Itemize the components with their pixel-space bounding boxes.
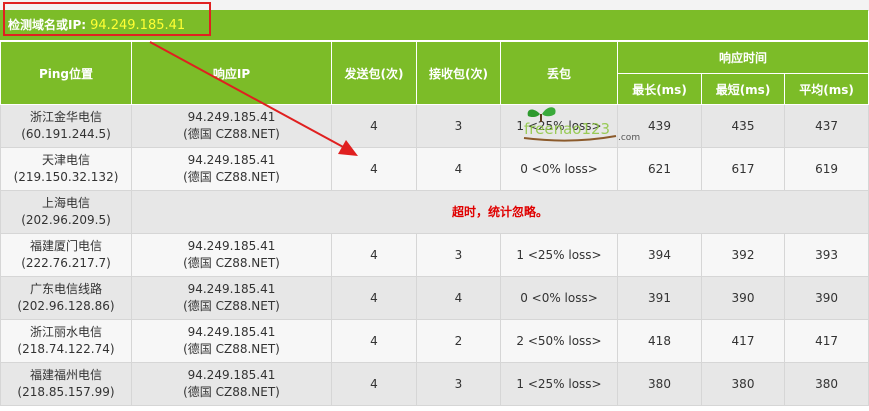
- ping-table: Ping位置 响应IP 发送包(次) 接收包(次) 丢包 响应时间 最长(ms)…: [0, 41, 869, 406]
- cell-loss: 1 <25% loss>: [500, 233, 618, 277]
- header-response-time: 响应时间: [616, 41, 869, 74]
- cell-location: 福建福州电信 (218.85.157.99): [0, 362, 132, 406]
- cell-min: 392: [701, 233, 785, 277]
- cell-loss: 0 <0% loss>: [500, 276, 618, 320]
- table-row: 天津电信 (219.150.32.132) 94.249.185.41 (德国 CZ…: [0, 147, 869, 191]
- cell-response-ip: 94.249.185.41 (德国 CZ88.NET): [131, 147, 332, 191]
- cell-location: 广东电信线路 (202.96.128.86): [0, 276, 132, 320]
- cell-min: 417: [701, 319, 785, 363]
- cell-response-ip: 94.249.185.41 (德国 CZ88.NET): [131, 362, 332, 406]
- cell-min: 380: [701, 362, 785, 406]
- header-ping-location: Ping位置: [0, 41, 132, 105]
- cell-response-ip: 94.249.185.41 (德国 CZ88.NET): [131, 233, 332, 277]
- header-avg: 平均(ms): [783, 73, 869, 105]
- cell-received: 3: [416, 233, 501, 277]
- cell-sent: 4: [331, 104, 417, 148]
- cell-max: 621: [617, 147, 702, 191]
- cell-sent: 4: [331, 147, 417, 191]
- cell-received: 4: [416, 147, 501, 191]
- cell-sent: 4: [331, 362, 417, 406]
- cell-location: 浙江丽水电信 (218.74.122.74): [0, 319, 132, 363]
- cell-max: 380: [617, 362, 702, 406]
- cell-response-ip: 94.249.185.41 (德国 CZ88.NET): [131, 104, 332, 148]
- annotation-box: [3, 2, 211, 36]
- cell-avg: 393: [783, 233, 869, 277]
- cell-sent: 4: [331, 233, 417, 277]
- table-row: 上海电信 (202.96.209.5) 超时，统计忽略。: [0, 190, 869, 234]
- cell-loss: 1 <25% loss>: [500, 362, 618, 406]
- query-title-bar: 检测域名或IP: 94.249.185.41: [0, 2, 868, 41]
- ping-results-panel: 检测域名或IP: 94.249.185.41 Ping位置 响应IP 发送包(次)…: [0, 2, 869, 406]
- cell-response-ip: 94.249.185.41 (德国 CZ88.NET): [131, 319, 332, 363]
- cell-max: 439: [617, 104, 702, 148]
- cell-received: 4: [416, 276, 501, 320]
- cell-loss: 1 <25% loss>: [500, 104, 618, 148]
- header-response-ip: 响应IP: [131, 41, 332, 105]
- cell-location: 天津电信 (219.150.32.132): [0, 147, 132, 191]
- cell-max: 394: [617, 233, 702, 277]
- cell-received: 3: [416, 362, 501, 406]
- header-max: 最长(ms): [617, 73, 702, 105]
- cell-avg: 380: [783, 362, 869, 406]
- table-row: 广东电信线路 (202.96.128.86) 94.249.185.41 (德国 C…: [0, 276, 869, 320]
- cell-loss: 0 <0% loss>: [500, 147, 618, 191]
- cell-avg: 417: [783, 319, 869, 363]
- cell-avg: 619: [783, 147, 869, 191]
- table-row: 浙江丽水电信 (218.74.122.74) 94.249.185.41 (德国 C…: [0, 319, 869, 363]
- header-received: 接收包(次): [416, 41, 501, 105]
- cell-loss: 2 <50% loss>: [500, 319, 618, 363]
- cell-received: 3: [416, 104, 501, 148]
- cell-max: 418: [617, 319, 702, 363]
- header-min: 最短(ms): [701, 73, 785, 105]
- cell-timeout: 超时，统计忽略。: [130, 190, 869, 234]
- cell-min: 617: [701, 147, 785, 191]
- cell-avg: 437: [783, 104, 869, 148]
- cell-location: 浙江金华电信 (60.191.244.5): [0, 104, 132, 148]
- cell-response-ip: 94.249.185.41 (德国 CZ88.NET): [131, 276, 332, 320]
- cell-received: 2: [416, 319, 501, 363]
- cell-avg: 390: [783, 276, 869, 320]
- cell-sent: 4: [331, 319, 417, 363]
- cell-location: 福建厦门电信 (222.76.217.7): [0, 233, 132, 277]
- table-row: 福建福州电信 (218.85.157.99) 94.249.185.41 (德国 C…: [0, 362, 869, 406]
- header-loss: 丢包: [500, 41, 618, 105]
- cell-sent: 4: [331, 276, 417, 320]
- cell-location: 上海电信 (202.96.209.5): [0, 190, 132, 234]
- table-row: 福建厦门电信 (222.76.217.7) 94.249.185.41 (德国 CZ…: [0, 233, 869, 277]
- cell-max: 391: [617, 276, 702, 320]
- cell-min: 390: [701, 276, 785, 320]
- header-sent: 发送包(次): [331, 41, 417, 105]
- cell-min: 435: [701, 104, 785, 148]
- table-row: 浙江金华电信 (60.191.244.5) 94.249.185.41 (德国 CZ…: [0, 104, 869, 148]
